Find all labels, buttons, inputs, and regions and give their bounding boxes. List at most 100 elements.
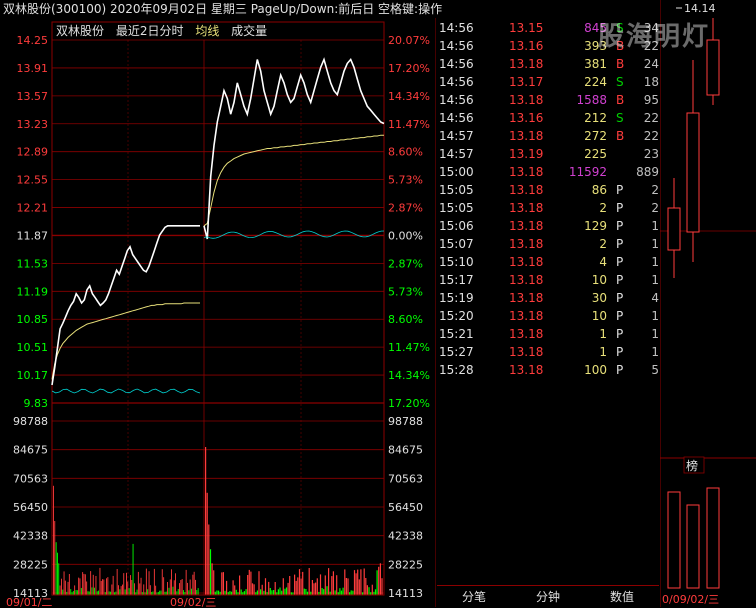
day2-ratio-line — [203, 230, 385, 239]
pct-tick-label: 11.47% — [388, 341, 430, 354]
price-tick-label: 13.91 — [17, 62, 49, 75]
vol-tick-label: 28225 — [13, 558, 48, 571]
intraday-chart[interactable]: 14.25 20.07% 13.91 17.20% 13.57 14.34% 13.23 11… — [0, 18, 436, 607]
price-tick-label: 11.53 — [17, 257, 49, 270]
volume-bar — [263, 590, 265, 595]
tick-time: 14:56 — [439, 111, 474, 125]
volume-bar — [86, 581, 88, 595]
tick-row: 14:56 13.18 1588 B 95 — [437, 91, 659, 109]
tick-time: 15:17 — [439, 273, 474, 287]
volume-bar — [172, 586, 174, 595]
tick-time: 14:57 — [439, 147, 474, 161]
pct-tick-label: 5.73% — [388, 285, 423, 298]
volume-bar — [177, 589, 179, 595]
tick-side: P — [616, 345, 624, 359]
volume-bar — [352, 590, 354, 595]
volume-bar — [78, 577, 80, 595]
volume-bar — [179, 583, 180, 595]
volume-bar — [336, 575, 338, 595]
volume-bar — [264, 578, 267, 595]
day1-price-line — [51, 225, 200, 386]
tick-row: 14:57 13.18 272 B 22 — [437, 127, 659, 145]
volume-bar — [70, 589, 72, 595]
tab-minutes[interactable]: 分钟 — [511, 586, 585, 608]
tick-row: 14:56 13.16 212 S 22 — [437, 109, 659, 127]
price-tick-label: 13.23 — [17, 118, 49, 131]
volume-bar — [107, 577, 109, 595]
volume-bar — [251, 583, 254, 595]
pct-tick-label: 8.60% — [388, 146, 423, 159]
volume-bar — [88, 591, 90, 595]
volume-bar — [75, 590, 77, 595]
tick-side: S — [616, 75, 624, 89]
tick-price: 13.18 — [509, 291, 544, 305]
volume-bar — [132, 543, 134, 595]
volume-bar — [371, 584, 373, 595]
tick-row: 15:17 13.18 10 P 1 — [437, 271, 659, 289]
kline-panel[interactable]: 14.14 榜 0/09/02/三 — [660, 0, 756, 607]
volume-bar — [353, 570, 356, 595]
volume-bar — [374, 589, 377, 595]
price-tick-label: 10.51 — [17, 341, 49, 354]
pct-tick-label: 17.20% — [388, 397, 430, 410]
tick-volume: 1 — [599, 327, 607, 341]
price-tick-label: 10.17 — [17, 369, 49, 382]
tick-price: 13.18 — [509, 57, 544, 71]
day1-avg-line — [51, 302, 200, 380]
price-tick-label: 12.21 — [17, 202, 49, 215]
volume-bar — [169, 579, 171, 595]
volume-bar — [137, 571, 139, 595]
volume-bar — [167, 582, 168, 595]
tick-volume: 2 — [599, 237, 607, 251]
volume-bar — [124, 589, 126, 595]
volume-bar — [108, 591, 110, 595]
volume-bar — [106, 578, 107, 595]
volume-bar — [303, 588, 305, 595]
tick-side: B — [616, 93, 625, 107]
volume-bar — [298, 569, 301, 595]
tick-volume: 10 — [591, 273, 607, 287]
volume-bar — [378, 566, 380, 595]
volume-bar — [196, 590, 198, 595]
tick-price: 13.18 — [509, 345, 544, 359]
tick-count: 1 — [651, 345, 659, 359]
volume-bar — [80, 588, 82, 595]
tick-volume: 30 — [591, 291, 607, 305]
tick-count: 1 — [651, 273, 659, 287]
volume-bar — [268, 581, 270, 595]
volume-bar — [239, 575, 241, 595]
volume-bar — [119, 589, 121, 595]
tick-price: 13.18 — [509, 327, 544, 341]
volume-bar — [82, 572, 84, 595]
tick-side: P — [616, 255, 624, 269]
volume-bar — [260, 589, 262, 595]
volume-bar — [253, 584, 255, 595]
tick-price: 13.18 — [509, 309, 544, 323]
volume-bar — [95, 576, 97, 595]
tab-values[interactable]: 数值 — [585, 586, 659, 608]
kline-badge: 榜 — [686, 458, 698, 473]
vol-tick-label-right: 56450 — [388, 501, 423, 514]
tick-row: 15:05 13.18 2 P 2 — [437, 199, 659, 217]
vol-tick-label: 98788 — [13, 415, 48, 428]
tab-ticks[interactable]: 分笔 — [437, 586, 511, 608]
tick-row: 15:10 13.18 4 P 1 — [437, 253, 659, 271]
volume-bar — [149, 585, 151, 595]
tick-time: 14:56 — [439, 75, 474, 89]
tick-list[interactable]: 14:56 13.15 845 S 34 14:56 13.16 393 B 22 14:56 13.… — [437, 18, 659, 585]
price-tick-label: 13.57 — [17, 90, 49, 103]
tick-count: 23 — [643, 147, 659, 161]
tick-count: 1 — [651, 327, 659, 341]
date-label-day2: 09/02/三 — [170, 596, 216, 607]
tick-price: 13.18 — [509, 363, 544, 377]
volume-bar — [197, 588, 199, 595]
kline-volume-bar — [667, 491, 681, 589]
tick-row: 15:28 13.18 100 P 5 — [437, 361, 659, 379]
vol-tick-label: 42338 — [13, 530, 48, 543]
tick-time: 15:07 — [439, 237, 474, 251]
volume-bar — [61, 578, 62, 595]
tick-row: 15:21 13.18 1 P 1 — [437, 325, 659, 343]
price-tick-label: 12.89 — [17, 146, 49, 159]
volume-bar — [305, 589, 307, 595]
tick-count: 1 — [651, 237, 659, 251]
